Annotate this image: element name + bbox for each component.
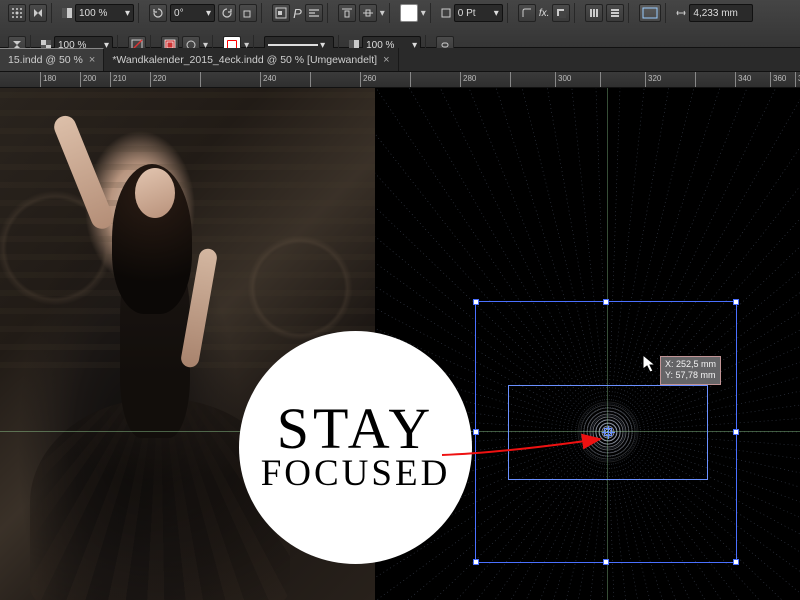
- flip-h-icon[interactable]: [29, 4, 47, 22]
- width-field[interactable]: [689, 4, 753, 22]
- chevron-down-icon[interactable]: ▾: [380, 8, 385, 19]
- handle-icon[interactable]: [473, 559, 479, 565]
- tooltip-x: X: 252,5 mm: [665, 359, 716, 370]
- picture-icon[interactable]: [272, 4, 290, 22]
- tab-label: 15.indd @ 50 %: [8, 54, 83, 66]
- handle-icon[interactable]: [733, 429, 739, 435]
- rotate-field[interactable]: ▾: [170, 4, 215, 22]
- rotate-90-icon[interactable]: [239, 4, 257, 22]
- position-tooltip: X: 252,5 mm Y: 57,78 mm: [660, 356, 721, 385]
- fill-swatch-icon[interactable]: [400, 4, 418, 22]
- align-group: ▾: [334, 3, 390, 23]
- stroke-input[interactable]: [458, 8, 492, 19]
- dropshadow-icon[interactable]: [552, 4, 570, 22]
- opacity1-input[interactable]: [79, 8, 123, 19]
- stroke-field[interactable]: ▾: [454, 4, 503, 22]
- rotate-cw-icon[interactable]: [218, 4, 236, 22]
- rotate-group: ▾: [145, 3, 262, 23]
- handle-icon[interactable]: [473, 299, 479, 305]
- tab-doc1[interactable]: 15.indd @ 50 % ×: [0, 48, 104, 71]
- close-icon[interactable]: ×: [89, 54, 95, 66]
- handle-icon[interactable]: [733, 299, 739, 305]
- align-top-icon[interactable]: [338, 4, 356, 22]
- ruler-horizontal[interactable]: 180200210220240260280300320340360380: [0, 72, 800, 88]
- refpoint-group: [4, 3, 52, 23]
- tab-label: *Wandkalender_2015_4eck.indd @ 50 % [Umg…: [112, 54, 377, 66]
- circle-line2: FOCUSED: [261, 455, 451, 492]
- chevron-down-icon[interactable]: ▾: [494, 8, 499, 19]
- chevron-down-icon[interactable]: ▾: [206, 8, 211, 19]
- frame-bounds-icon[interactable]: [639, 4, 661, 22]
- refpoint-grid-icon[interactable]: [8, 4, 26, 22]
- control-panel: ▾ ▾ P ▾ ▾ ▾ fx.: [0, 0, 800, 48]
- document-canvas[interactable]: STAY FOCUSED X: 252,5 mm Y: 57,78 mm: [0, 88, 800, 600]
- width-input[interactable]: [693, 8, 749, 19]
- opacity-icon: [62, 8, 72, 18]
- opacity1-field[interactable]: ▾: [75, 4, 134, 22]
- chevron-down-icon[interactable]: ▾: [421, 8, 426, 19]
- text-circle-frame[interactable]: STAY FOCUSED: [239, 331, 472, 564]
- opacity1-group: ▾: [58, 3, 139, 23]
- handle-icon[interactable]: [473, 429, 479, 435]
- handle-icon[interactable]: [603, 299, 609, 305]
- columns-icon[interactable]: [585, 4, 603, 22]
- swatch-group: ▾: [396, 3, 431, 23]
- width-icon: [676, 8, 686, 18]
- dimensions-group: [672, 3, 757, 23]
- rotate-input[interactable]: [174, 8, 204, 19]
- corner-icon[interactable]: [518, 4, 536, 22]
- tooltip-y: Y: 57,78 mm: [665, 370, 716, 381]
- close-icon[interactable]: ×: [383, 54, 389, 66]
- rotate-ccw-icon[interactable]: [149, 4, 167, 22]
- textwrap-group: P: [268, 3, 328, 23]
- chevron-down-icon[interactable]: ▾: [125, 8, 130, 19]
- tab-doc2[interactable]: *Wandkalender_2015_4eck.indd @ 50 % [Umg…: [104, 48, 398, 71]
- handle-icon[interactable]: [603, 559, 609, 565]
- fx-label[interactable]: fx.: [539, 8, 550, 19]
- grid-group: [581, 3, 629, 23]
- fit-letter: P: [293, 6, 302, 21]
- align-middle-icon[interactable]: [359, 4, 377, 22]
- rows-icon[interactable]: [606, 4, 624, 22]
- frame-icon-group: [635, 3, 666, 23]
- circle-line1: STAY: [277, 403, 435, 455]
- fx-group: fx.: [514, 3, 576, 23]
- stroke-group: ▾: [437, 3, 508, 23]
- document-tabs: 15.indd @ 50 % × *Wandkalender_2015_4eck…: [0, 48, 800, 72]
- center-marker-icon[interactable]: [604, 428, 612, 436]
- handle-icon[interactable]: [733, 559, 739, 565]
- text-wrap-icon[interactable]: [305, 4, 323, 22]
- stroke-icon: [441, 8, 451, 18]
